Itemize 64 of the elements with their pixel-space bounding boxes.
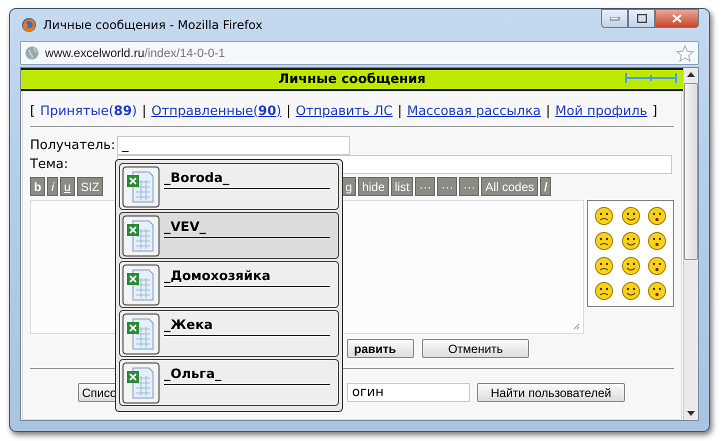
page-title: Личные сообщения	[278, 72, 426, 87]
subject-label: Тема:	[30, 157, 70, 172]
suggestion-item[interactable]: _Жека	[119, 310, 339, 357]
minimize-button[interactable]	[601, 9, 628, 28]
separator: |	[142, 104, 146, 119]
scroll-down-icon[interactable]	[687, 411, 695, 416]
smiley-icon[interactable]	[594, 256, 614, 276]
suggestion-item[interactable]: _Ольга_	[119, 359, 339, 406]
close-icon	[672, 14, 682, 23]
smiley-icon[interactable]	[646, 206, 667, 226]
maximize-icon	[636, 14, 646, 23]
scrollbar[interactable]	[683, 68, 698, 420]
width-slider-icon[interactable]	[625, 72, 677, 84]
smiley-icon[interactable]	[620, 256, 640, 276]
separator: |	[398, 104, 402, 119]
spreadsheet-icon	[122, 362, 160, 404]
recipient-field[interactable]: _	[117, 136, 350, 155]
login-field[interactable]: огин	[347, 383, 470, 402]
close-button[interactable]	[655, 9, 699, 28]
separator: |	[546, 104, 550, 119]
recipient-label: Получатель:	[30, 138, 116, 153]
user-name: _VEV_	[164, 215, 330, 238]
suggestion-item[interactable]: _Boroda_	[119, 163, 339, 210]
maximize-button[interactable]	[628, 9, 655, 28]
spreadsheet-icon	[122, 264, 160, 306]
bracket: [	[30, 104, 36, 119]
find-users-button[interactable]: Найти пользователей	[477, 383, 625, 402]
star-icon[interactable]	[676, 44, 694, 62]
nav-link[interactable]: Отправленные(90)	[151, 104, 282, 119]
address-bar[interactable]: www.excelworld.ru/index/14-0-0-1	[20, 41, 699, 65]
spreadsheet-icon	[122, 166, 160, 208]
cancel-button[interactable]: Отменить	[422, 339, 529, 358]
nav-link[interactable]: Массовая рассылка	[406, 104, 541, 119]
smiley-icon[interactable]	[646, 231, 667, 251]
smiley-icon[interactable]	[594, 206, 614, 226]
smiley-icon[interactable]	[620, 206, 640, 226]
smiley-icon[interactable]	[646, 256, 667, 276]
browser-logo-icon	[21, 17, 37, 33]
smiley-icon[interactable]	[620, 231, 640, 251]
spreadsheet-icon	[122, 313, 160, 355]
url-text: www.excelworld.ru/index/14-0-0-1	[45, 46, 226, 60]
user-name: _Boroda_	[164, 166, 330, 189]
suggestion-item[interactable]: _VEV_	[119, 212, 339, 259]
globe-icon	[25, 46, 39, 60]
suggestion-item[interactable]: _Домохозяйка	[119, 261, 339, 308]
user-name: _Домохозяйка	[164, 264, 330, 287]
smiley-icon[interactable]	[594, 281, 614, 301]
send-button[interactable]: равить	[347, 339, 414, 358]
resize-grip-icon[interactable]	[573, 323, 580, 330]
bracket: ]	[652, 104, 658, 119]
nav-link[interactable]: Принятые(89)	[40, 104, 137, 119]
smiley-icon[interactable]	[594, 231, 614, 251]
user-name: _Жека	[164, 313, 330, 336]
minimize-icon	[610, 16, 620, 20]
scroll-thumb[interactable]	[684, 83, 698, 260]
spreadsheet-icon	[122, 215, 160, 257]
user-name: _Ольга_	[164, 362, 330, 385]
nav-link[interactable]: Мой профиль	[555, 104, 648, 119]
window-title: Личные сообщения - Mozilla Firefox	[43, 18, 262, 32]
smiley-icon[interactable]	[620, 281, 640, 301]
smiley-icon[interactable]	[646, 281, 667, 301]
separator: |	[286, 104, 291, 119]
nav-link[interactable]: Отправить ЛС	[296, 104, 393, 119]
scroll-up-icon[interactable]	[687, 72, 695, 77]
